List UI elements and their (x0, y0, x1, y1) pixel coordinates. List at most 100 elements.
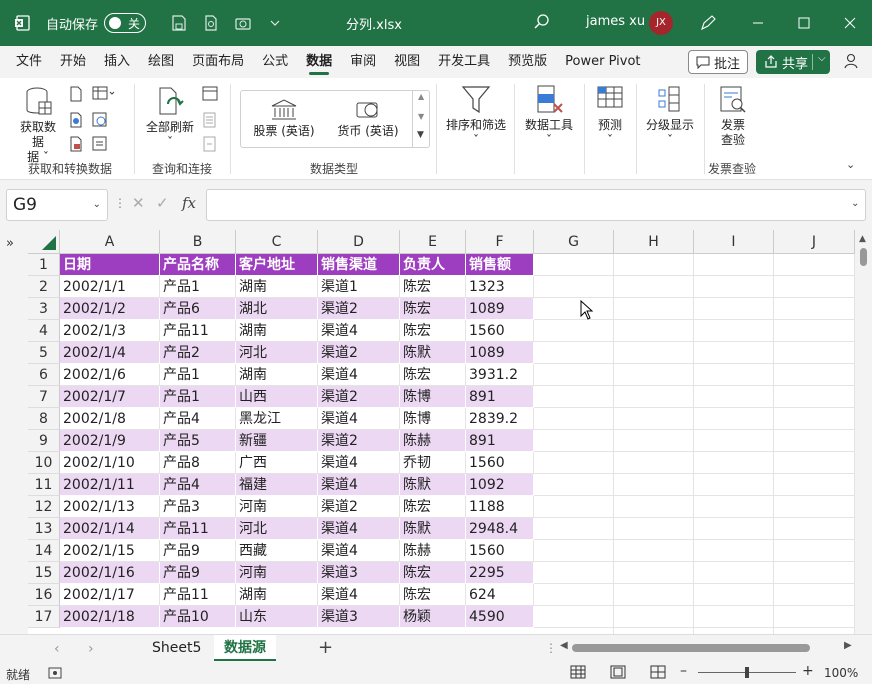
cell-address[interactable]: 广西 (236, 452, 318, 474)
cell-date[interactable]: 2002/1/6 (60, 364, 160, 386)
row-header-15[interactable]: 15 (28, 562, 60, 584)
cell-owner[interactable]: 陈宏 (400, 584, 466, 606)
horizontal-scroll-thumb[interactable] (572, 644, 810, 652)
stocks-button[interactable]: 股票 (英语) (250, 98, 318, 139)
row-header-2[interactable]: 2 (28, 276, 60, 298)
cell-address[interactable]: 湖北 (236, 298, 318, 320)
autosave-toggle[interactable]: 关 (104, 13, 147, 33)
scroll-thumb[interactable] (860, 248, 867, 266)
column-header-a[interactable]: A (60, 230, 160, 254)
gallery-down-icon[interactable]: ▼ (418, 112, 424, 121)
cell-date[interactable]: 2002/1/14 (60, 518, 160, 540)
tab-formulas[interactable]: 公式 (253, 46, 297, 78)
row-header-10[interactable]: 10 (28, 452, 60, 474)
header-cell-sales[interactable]: 销售额 (466, 254, 534, 276)
cell-address[interactable]: 西藏 (236, 540, 318, 562)
row-header-3[interactable]: 3 (28, 298, 60, 320)
row-header-7[interactable]: 7 (28, 386, 60, 408)
gallery-more-icon[interactable]: ▼ (417, 130, 424, 140)
cancel-icon[interactable]: ✕ (132, 194, 145, 212)
cell-address[interactable]: 山西 (236, 386, 318, 408)
cell-channel[interactable]: 渠道4 (318, 540, 400, 562)
cell-product[interactable]: 产品6 (160, 298, 236, 320)
tab-developer[interactable]: 开发工具 (429, 46, 499, 78)
scroll-right-icon[interactable]: ▶ (844, 640, 852, 651)
tab-power-pivot[interactable]: Power Pivot (556, 46, 649, 78)
cell-product[interactable]: 产品2 (160, 342, 236, 364)
share-button[interactable]: 共享 ⌵ (756, 50, 830, 74)
maximize-icon[interactable] (794, 13, 814, 33)
gallery-scroll[interactable]: ▲ ▼ ▼ (412, 90, 430, 148)
cell-address[interactable]: 湖南 (236, 364, 318, 386)
cell-sales[interactable]: 2295 (466, 562, 534, 584)
cell-product[interactable]: 产品5 (160, 430, 236, 452)
cell-sales[interactable]: 2948.4 (466, 518, 534, 540)
cell-channel[interactable]: 渠道4 (318, 518, 400, 540)
cell-channel[interactable]: 渠道4 (318, 320, 400, 342)
sort-filter-button[interactable]: 排序和筛选 ˇ (444, 84, 508, 148)
tab-draw[interactable]: 绘图 (139, 46, 183, 78)
cell-date[interactable]: 2002/1/3 (60, 320, 160, 342)
cell-product[interactable]: 产品10 (160, 606, 236, 628)
cell-address[interactable]: 福建 (236, 474, 318, 496)
cell-owner[interactable]: 杨颖 (400, 606, 466, 628)
cell-sales[interactable]: 1089 (466, 298, 534, 320)
cell-date[interactable]: 2002/1/13 (60, 496, 160, 518)
zoom-slider-knob[interactable] (745, 667, 749, 678)
cell-product[interactable]: 产品11 (160, 320, 236, 342)
camera-icon[interactable] (234, 14, 252, 32)
edit-links-icon[interactable] (202, 136, 220, 154)
cell-owner[interactable]: 陈宏 (400, 298, 466, 320)
comments-button[interactable]: 批注 (688, 50, 748, 74)
name-box[interactable]: G9 ⌄ (6, 189, 108, 221)
vertical-scrollbar[interactable]: ▲ (855, 230, 872, 634)
row-header-17[interactable]: 17 (28, 606, 60, 628)
cell-sales[interactable]: 1560 (466, 320, 534, 342)
tab-data[interactable]: 数据 (297, 46, 341, 78)
existing-connections-icon[interactable] (92, 136, 110, 154)
cell-owner[interactable]: 陈宏 (400, 364, 466, 386)
prev-sheet-icon[interactable]: ‹ (54, 641, 60, 657)
cell-product[interactable]: 产品11 (160, 518, 236, 540)
chevron-down-icon[interactable]: ⌄ (93, 190, 101, 220)
scroll-up-icon[interactable]: ▲ (859, 234, 866, 244)
cell-channel[interactable]: 渠道3 (318, 562, 400, 584)
cell-owner[interactable]: 陈赫 (400, 540, 466, 562)
cell-date[interactable]: 2002/1/15 (60, 540, 160, 562)
row-header-14[interactable]: 14 (28, 540, 60, 562)
cell-owner[interactable]: 陈宏 (400, 496, 466, 518)
cell-sales[interactable]: 1560 (466, 540, 534, 562)
cell-owner[interactable]: 陈宏 (400, 320, 466, 342)
normal-view-icon[interactable] (570, 665, 586, 679)
cell-address[interactable]: 湖南 (236, 276, 318, 298)
cell-channel[interactable]: 渠道4 (318, 452, 400, 474)
avatar[interactable]: JX (649, 11, 673, 35)
data-tools-button[interactable]: 数据工具 ˇ (520, 84, 578, 148)
collapse-ribbon-icon[interactable]: ⌄ (846, 158, 855, 171)
cell-owner[interactable]: 陈赫 (400, 430, 466, 452)
header-cell-address[interactable]: 客户地址 (236, 254, 318, 276)
cell-owner[interactable]: 陈默 (400, 474, 466, 496)
cell-address[interactable]: 河北 (236, 518, 318, 540)
cell-address[interactable]: 河北 (236, 342, 318, 364)
cell-date[interactable]: 2002/1/1 (60, 276, 160, 298)
from-web-icon[interactable] (68, 112, 86, 130)
expand-panel-icon[interactable]: » (6, 236, 14, 251)
page-break-view-icon[interactable] (650, 665, 666, 679)
header-cell-channel[interactable]: 销售渠道 (318, 254, 400, 276)
cell-product[interactable]: 产品1 (160, 386, 236, 408)
cell-channel[interactable]: 渠道4 (318, 584, 400, 606)
currency-button[interactable]: 货币 (英语) (334, 98, 402, 139)
minimize-icon[interactable] (748, 13, 768, 33)
cell-sales[interactable]: 4590 (466, 606, 534, 628)
recent-sources-icon[interactable] (92, 112, 110, 130)
cell-product[interactable]: 产品9 (160, 562, 236, 584)
check-icon[interactable]: ✓ (156, 194, 169, 212)
cell-address[interactable]: 湖南 (236, 584, 318, 606)
tab-home[interactable]: 开始 (51, 46, 95, 78)
sheet-tab-sheet5[interactable]: Sheet5 (142, 635, 211, 661)
queries-connections-icon[interactable] (202, 86, 220, 104)
cell-channel[interactable]: 渠道3 (318, 606, 400, 628)
cell-address[interactable]: 河南 (236, 496, 318, 518)
cell-channel[interactable]: 渠道2 (318, 298, 400, 320)
